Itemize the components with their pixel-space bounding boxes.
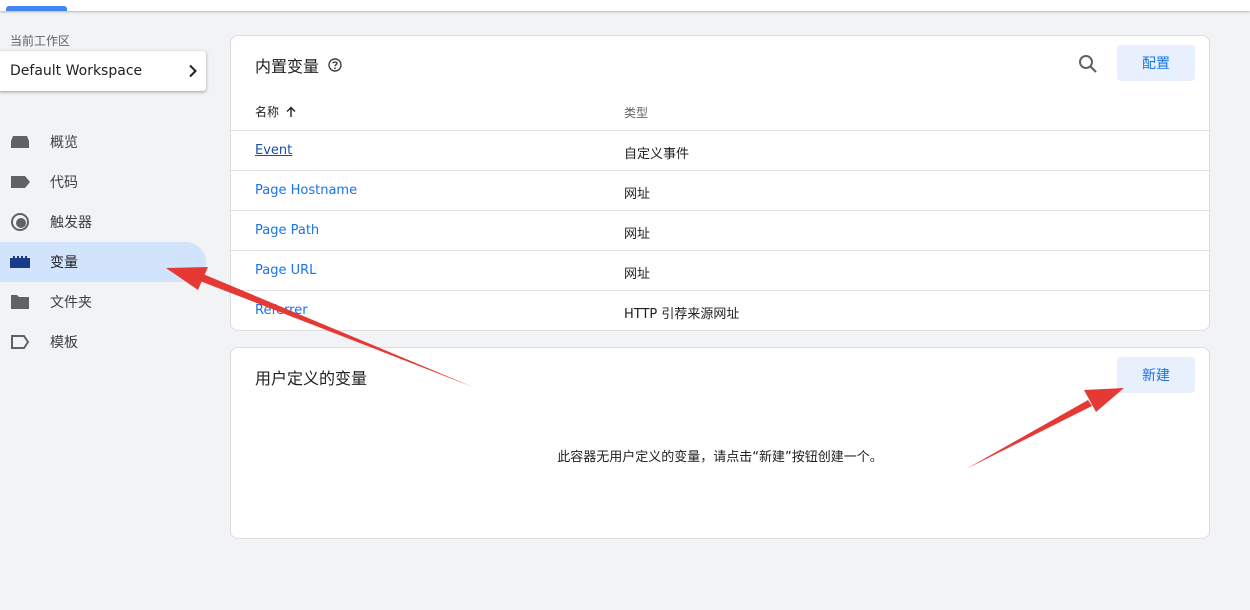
trigger-icon [10,212,30,232]
sidebar-item-variables[interactable]: 变量 [0,242,206,282]
builtin-variables-list: Event 自定义事件 Page Hostname 网址 Page Path 网… [231,131,1209,331]
new-variable-button[interactable]: 新建 [1117,357,1195,393]
sidebar-item-label: 模板 [50,335,78,351]
template-icon [10,332,30,352]
table-row: Referrer HTTP 引荐来源网址 [231,291,1209,331]
builtin-variables-card: 内置变量 配置 名称 类型 Event 自定义事件 Page Hostname … [230,35,1210,331]
table-row: Event 自定义事件 [231,131,1209,171]
sidebar-item-label: 触发器 [50,215,92,231]
variable-link[interactable]: Page Hostname [255,183,357,198]
variable-type: 网址 [624,267,651,282]
table-row: Page Hostname 网址 [231,171,1209,211]
column-header-type: 类型 [624,106,649,120]
overview-icon [10,132,30,152]
sidebar-item-label: 文件夹 [50,295,92,311]
folder-icon [10,292,30,312]
sidebar-item-triggers[interactable]: 触发器 [0,202,206,242]
variable-type: 网址 [624,227,651,242]
column-header-name-label: 名称 [255,105,280,119]
user-defined-variables-title: 用户定义的变量 [255,369,368,388]
variable-link[interactable]: Page URL [255,263,316,278]
sidebar-item-folders[interactable]: 文件夹 [0,282,206,322]
user-defined-variables-card: 用户定义的变量 新建 此容器无用户定义的变量，请点击“新建”按钮创建一个。 [230,347,1210,539]
tag-icon [10,172,30,192]
help-icon[interactable] [328,58,342,72]
table-row: Page Path 网址 [231,211,1209,251]
variable-link[interactable]: Event [255,143,292,158]
column-header-name[interactable]: 名称 [255,103,297,120]
sidebar-item-tags[interactable]: 代码 [0,162,206,202]
sidebar-item-templates[interactable]: 模板 [0,322,206,362]
variable-type: HTTP 引荐来源网址 [624,307,740,322]
active-tab-indicator [6,6,67,11]
workspace-label: 当前工作区 [10,34,71,48]
builtin-variables-title-text: 内置变量 [255,57,320,76]
sidebar-item-label: 代码 [50,175,78,191]
variable-link[interactable]: Referrer [255,303,308,318]
chevron-right-icon [180,64,206,78]
top-app-bar [0,0,1250,11]
sidebar-item-overview[interactable]: 概览 [0,122,206,162]
variable-type: 自定义事件 [624,147,690,162]
table-header: 名称 类型 [231,91,1209,131]
sidebar-nav: 概览 代码 触发器 变量 文件夹 模板 [0,122,206,362]
workspace-selector[interactable]: Default Workspace [0,51,206,91]
table-row: Page URL 网址 [231,251,1209,291]
empty-state-message: 此容器无用户定义的变量，请点击“新建”按钮创建一个。 [557,450,883,465]
sort-ascending-icon [285,106,297,118]
variable-link[interactable]: Page Path [255,223,319,238]
workspace-name: Default Workspace [10,63,143,79]
variable-icon [10,252,30,272]
configure-button[interactable]: 配置 [1117,45,1195,81]
builtin-variables-title: 内置变量 [255,53,342,77]
sidebar-item-label: 变量 [50,255,78,271]
search-icon[interactable] [1076,52,1100,76]
variable-type: 网址 [624,187,651,202]
sidebar-item-label: 概览 [50,135,78,151]
